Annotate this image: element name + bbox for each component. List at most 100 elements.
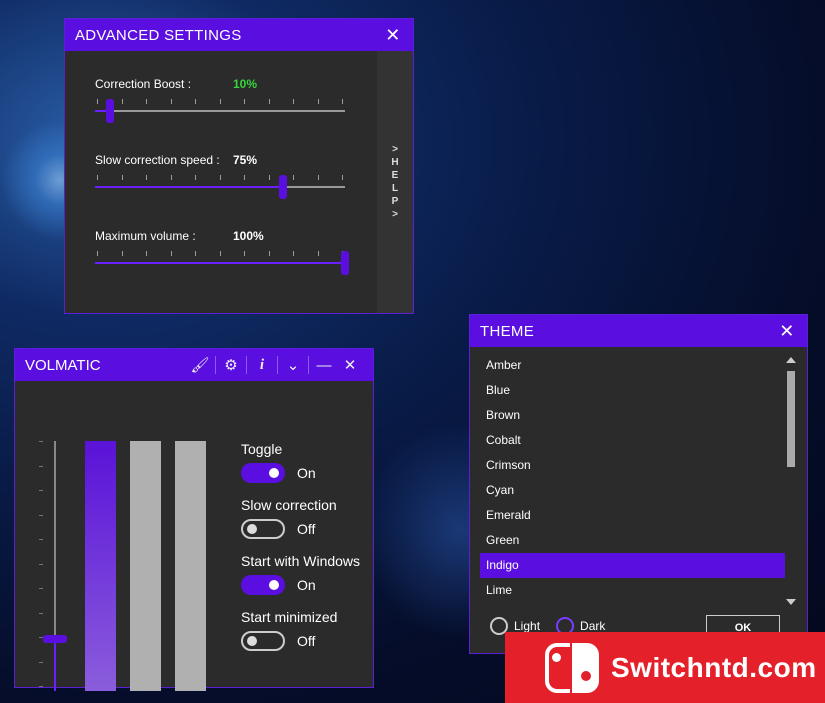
slider-ticks bbox=[97, 251, 343, 257]
minimize-icon[interactable]: — bbox=[311, 357, 337, 374]
volume-slider-thumb[interactable] bbox=[43, 634, 67, 643]
theme-item-lime[interactable]: Lime bbox=[480, 578, 785, 603]
slider-value: 100% bbox=[233, 229, 264, 243]
help-letter: P bbox=[391, 196, 399, 207]
help-tab[interactable]: > H E L P > bbox=[377, 51, 413, 313]
scrollbar-thumb[interactable] bbox=[787, 371, 795, 467]
advanced-settings-titlebar[interactable]: ADVANCED SETTINGS ✕ bbox=[65, 19, 413, 51]
slider-ticks bbox=[97, 175, 343, 181]
info-icon[interactable]: i bbox=[249, 357, 275, 374]
tick bbox=[146, 99, 147, 104]
volume-slider-fill bbox=[54, 638, 56, 691]
tick bbox=[219, 175, 221, 180]
tick bbox=[293, 251, 294, 256]
toggle-row: Off bbox=[241, 519, 371, 539]
tick bbox=[195, 251, 196, 256]
slider-track[interactable] bbox=[95, 99, 345, 123]
volmatic-titlebar[interactable]: VOLMATIC 🖌 ⚙ i ⌄ — ✕ bbox=[15, 349, 373, 381]
scale-tick bbox=[39, 661, 43, 663]
slider-value: 75% bbox=[233, 153, 258, 167]
theme-item-cyan[interactable]: Cyan bbox=[480, 478, 785, 503]
theme-item-cobalt[interactable]: Cobalt bbox=[480, 428, 785, 453]
slider-ticks bbox=[97, 99, 343, 105]
theme-titlebar[interactable]: THEME ✕ bbox=[470, 315, 807, 347]
theme-list-scrollbar[interactable] bbox=[785, 357, 797, 605]
option-start-minimized: Start minimized Off bbox=[241, 609, 371, 651]
options-panel: Toggle On Slow correction Off Start with Win… bbox=[241, 441, 371, 665]
toggle-switch[interactable] bbox=[241, 631, 285, 651]
toggle-state: Off bbox=[297, 521, 316, 537]
option-start-with-windows: Start with Windows On bbox=[241, 553, 371, 595]
volmatic-title: VOLMATIC bbox=[25, 356, 101, 374]
tick bbox=[170, 175, 172, 180]
option-label: Slow correction bbox=[241, 497, 337, 513]
close-icon[interactable]: ✕ bbox=[383, 25, 403, 46]
toggle-state: Off bbox=[297, 633, 316, 649]
advanced-settings-body: > H E L P > Correction Boost : 10% Slow correct… bbox=[65, 51, 413, 313]
tick bbox=[170, 251, 172, 256]
tick bbox=[121, 251, 123, 256]
toggle-state: On bbox=[297, 465, 316, 481]
scale-tick bbox=[39, 514, 43, 516]
slider-thumb[interactable] bbox=[278, 175, 287, 199]
tick bbox=[97, 175, 98, 180]
option-label: Start with Windows bbox=[241, 553, 361, 569]
scale-tick bbox=[39, 539, 43, 540]
tick bbox=[121, 99, 123, 104]
help-letter: E bbox=[391, 170, 399, 181]
theme-item-amber[interactable]: Amber bbox=[480, 353, 785, 378]
watermark-text: Switchntd.com bbox=[611, 651, 817, 683]
slider-block: Maximum volume : 100% bbox=[95, 229, 349, 275]
slider-fill bbox=[95, 262, 345, 264]
toggle-row: Off bbox=[241, 631, 371, 651]
tick bbox=[121, 175, 123, 180]
switch-logo-icon bbox=[545, 642, 599, 693]
level-meter-bar bbox=[85, 441, 116, 691]
light-label: Light bbox=[514, 619, 541, 633]
toggle-row: On bbox=[241, 575, 371, 595]
gear-icon[interactable]: ⚙ bbox=[218, 356, 244, 374]
level-meter-bar bbox=[130, 441, 161, 691]
slider-thumb[interactable] bbox=[106, 99, 114, 123]
theme-item-indigo[interactable]: Indigo bbox=[480, 553, 785, 578]
theme-title: THEME bbox=[480, 322, 534, 340]
slider-label: Maximum volume : bbox=[95, 229, 196, 243]
tick bbox=[146, 251, 147, 256]
slider-thumb[interactable] bbox=[341, 251, 349, 275]
slider-fill bbox=[95, 186, 283, 188]
volmatic-body: Toggle On Slow correction Off Start with Win… bbox=[15, 381, 373, 691]
close-icon[interactable]: ✕ bbox=[337, 356, 363, 374]
scale-tick bbox=[39, 612, 43, 614]
slider-track[interactable] bbox=[95, 175, 345, 199]
scroll-down-icon[interactable] bbox=[786, 599, 796, 605]
theme-item-crimson[interactable]: Crimson bbox=[480, 453, 785, 478]
toggle-switch[interactable] bbox=[241, 575, 285, 595]
scroll-up-icon[interactable] bbox=[786, 357, 796, 363]
option-slow-correction: Slow correction Off bbox=[241, 497, 371, 539]
slider-track[interactable] bbox=[95, 251, 349, 275]
tick bbox=[244, 175, 245, 180]
theme-item-brown[interactable]: Brown bbox=[480, 403, 785, 428]
chevron-down-icon[interactable]: ⌄ bbox=[280, 356, 306, 374]
tick bbox=[268, 99, 270, 104]
theme-item-green[interactable]: Green bbox=[480, 528, 785, 553]
scale-tick bbox=[39, 686, 43, 687]
tick bbox=[317, 99, 319, 104]
toggle-switch[interactable] bbox=[241, 463, 285, 483]
separator bbox=[277, 356, 278, 374]
scale-tick bbox=[39, 465, 43, 467]
close-icon[interactable]: ✕ bbox=[777, 321, 797, 342]
slider-label-row: Slow correction speed : 75% bbox=[95, 153, 345, 167]
tick bbox=[293, 99, 294, 104]
help-letter: > bbox=[392, 144, 398, 155]
tick bbox=[97, 251, 98, 256]
toggle-switch[interactable] bbox=[241, 519, 285, 539]
slider-label: Correction Boost : bbox=[95, 77, 192, 91]
tick bbox=[146, 175, 147, 180]
brush-icon[interactable]: 🖌 bbox=[187, 356, 213, 374]
slider-value: 10% bbox=[233, 77, 258, 91]
option-toggle: Toggle On bbox=[241, 441, 371, 483]
volume-slider-track[interactable] bbox=[54, 441, 56, 691]
theme-item-emerald[interactable]: Emerald bbox=[480, 503, 785, 528]
theme-item-blue[interactable]: Blue bbox=[480, 378, 785, 403]
